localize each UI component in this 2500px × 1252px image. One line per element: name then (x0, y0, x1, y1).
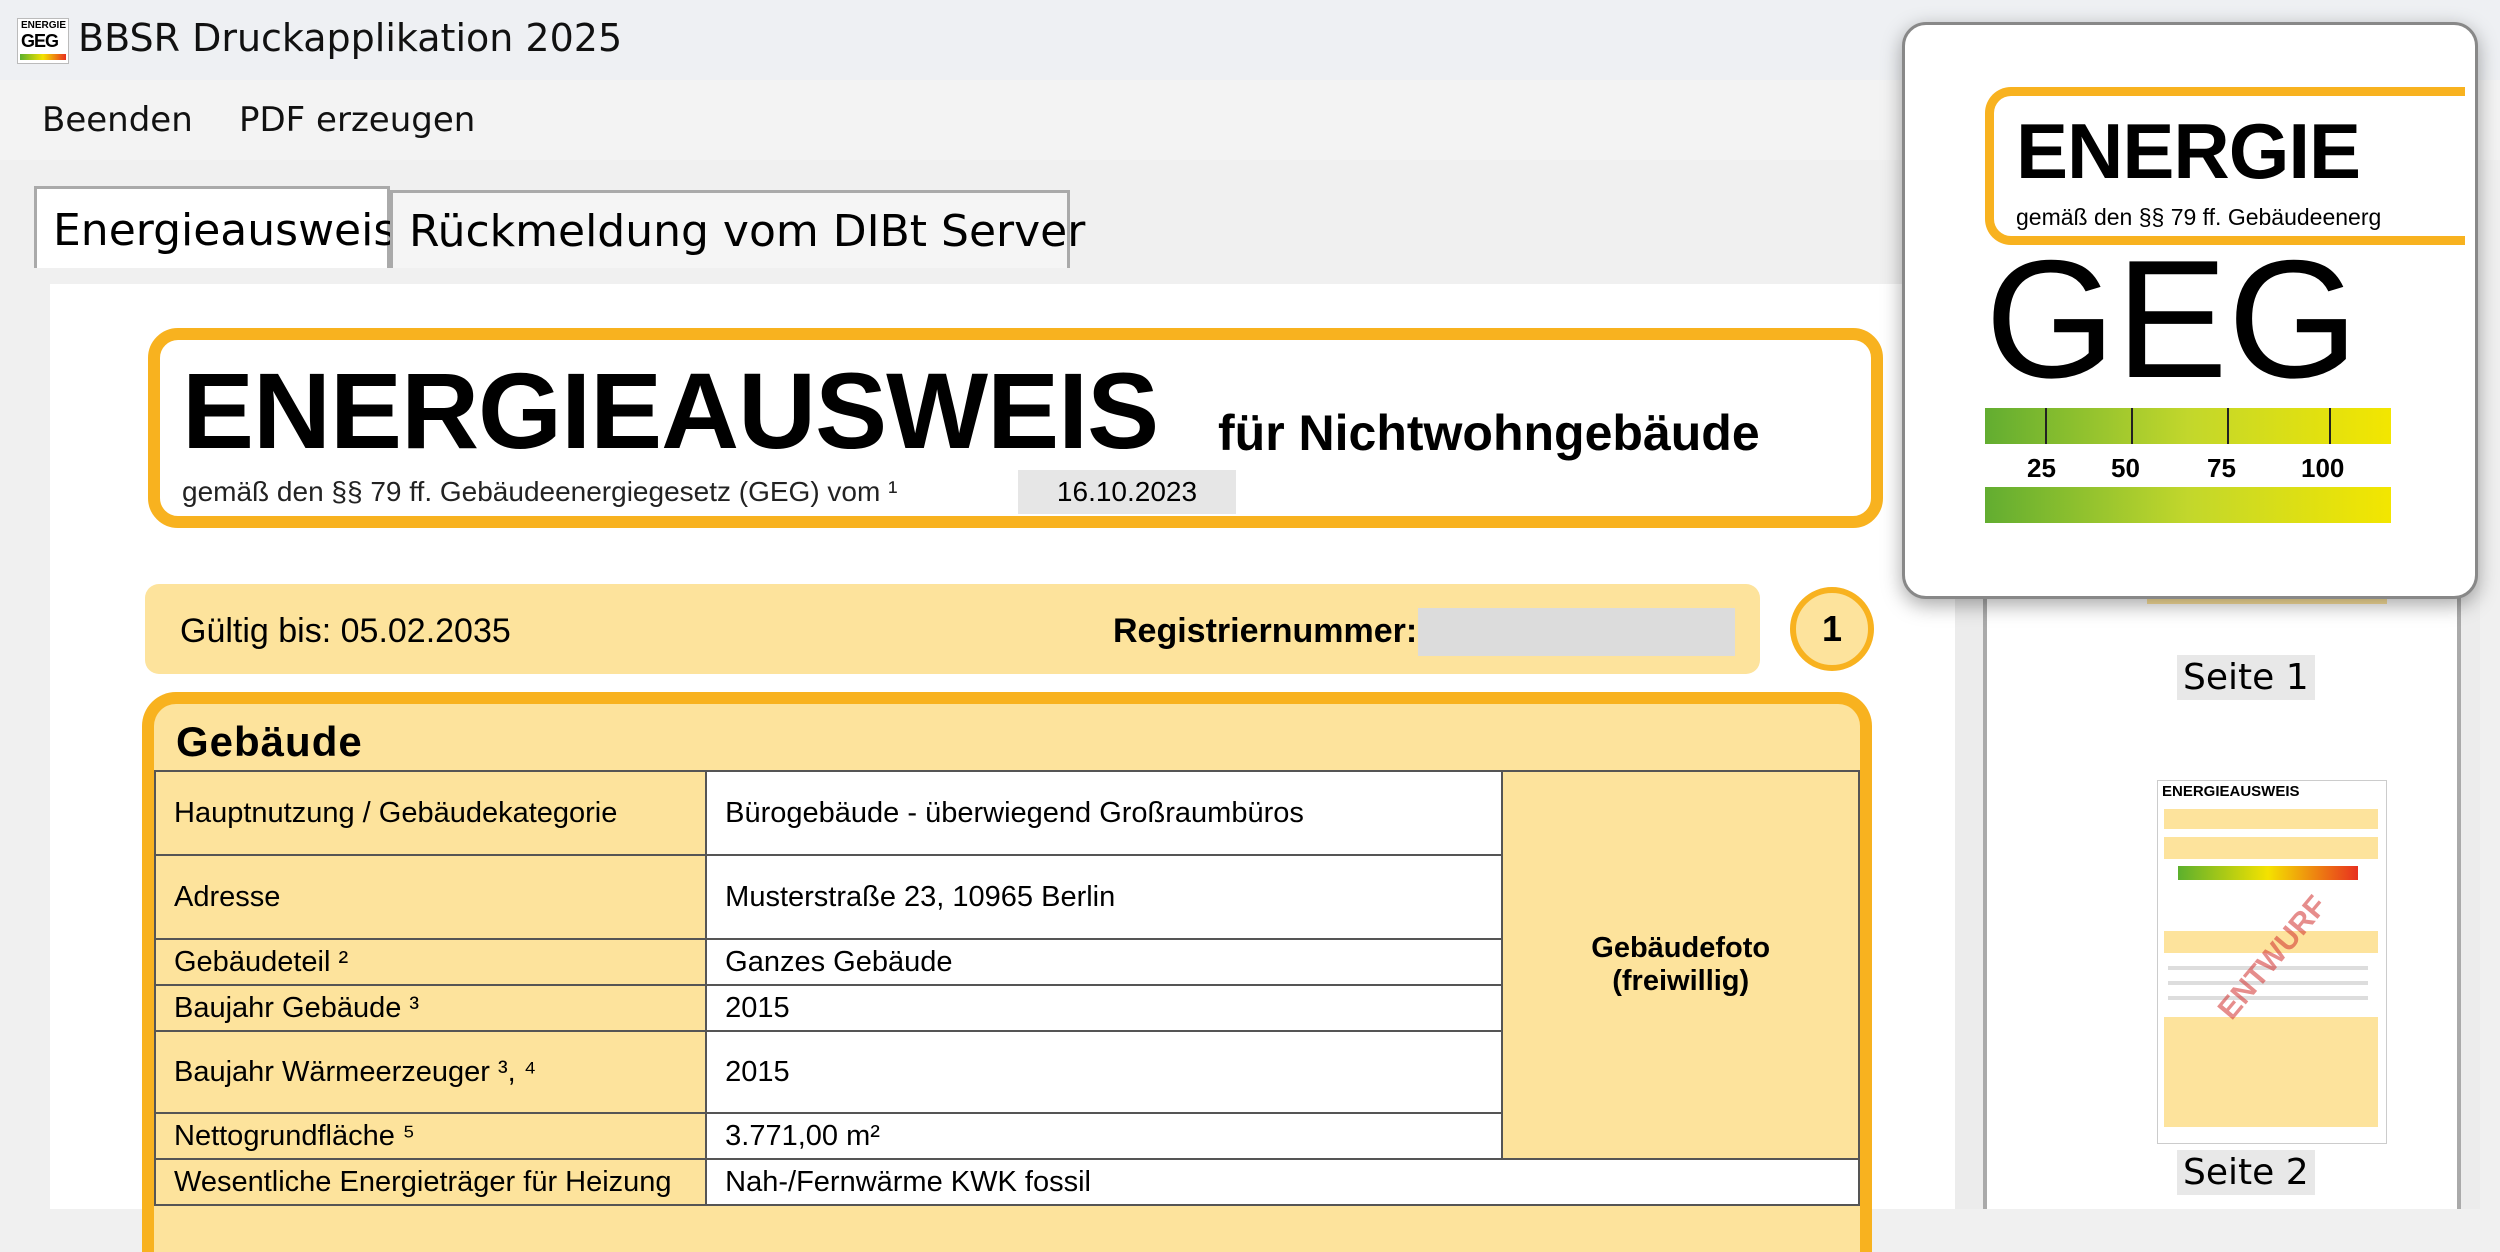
table-row: Hauptnutzung / Gebäudekategorie Bürogebä… (153, 770, 1860, 1160)
row-label: Gebäudeteil ² (153, 938, 708, 986)
building-section: Gebäude Hauptnutzung / Gebäudekategorie … (142, 692, 1872, 1252)
menu-item-beenden[interactable]: Beenden (42, 100, 193, 140)
row-label: Wesentliche Energieträger für Heizung (153, 1158, 708, 1206)
page2-line (2168, 996, 2368, 1000)
scale-label-25: 25 (2027, 453, 2056, 483)
scale-label-100: 100 (2301, 453, 2345, 483)
registration-label: Registriernummer: (1113, 612, 1418, 650)
photo-label-line1: Gebäudefoto (1591, 932, 1771, 964)
law-reference: gemäß den §§ 79 ff. Gebäudeenergiegesetz… (182, 476, 898, 507)
tab-energieausweis[interactable]: Energieausweis (34, 186, 396, 268)
scale-tick (2131, 408, 2133, 444)
page-number-badge: 1 (1790, 587, 1874, 671)
valid-until: Gültig bis: 05.02.2035 (180, 612, 511, 650)
row-value: Musterstraße 23, 10965 Berlin (705, 854, 1504, 940)
certificate-header: ENERGIEAUSWEIS für Nichtwohngebäude gemä… (148, 328, 1883, 528)
app-logo-icon: ENERGIE GEG (17, 18, 69, 64)
page2-band (2164, 1017, 2378, 1127)
page2-stamp: ENTWURF (2211, 889, 2334, 1026)
page2-label: Seite 2 (2177, 1150, 2315, 1195)
photo-label-line2: (freiwillig) (1612, 965, 1750, 997)
page2-thumbnail-header: ENERGIEAUSWEIS (2162, 783, 2300, 800)
scale-label-50: 50 (2111, 453, 2140, 483)
energy-logo-popup: ENERGIE gemäß den §§ 79 ff. Gebäudeenerg… (1902, 22, 2478, 599)
tab-rueckmeldung-dibt[interactable]: Rückmeldung vom DIBt Server (390, 190, 1085, 268)
page2-band (2164, 837, 2378, 859)
row-label: Baujahr Wärmeerzeuger ³, ⁴ (153, 1030, 708, 1114)
row-value: Ganzes Gebäude (705, 938, 1504, 986)
row-value: 2015 (705, 984, 1504, 1032)
window-title: BBSR Druckapplikation 2025 (78, 16, 623, 60)
logo-geg-text: GEG (1985, 225, 2359, 413)
row-label: Nettogrundfläche ⁵ (153, 1112, 708, 1160)
scale-tick (2045, 408, 2047, 444)
menu-item-pdf-erzeugen[interactable]: PDF erzeugen (239, 100, 475, 140)
building-section-title: Gebäude (176, 718, 363, 765)
scale-tick (2227, 408, 2229, 444)
row-label: Hauptnutzung / Gebäudekategorie (153, 770, 708, 856)
certificate-preview: ENERGIEAUSWEIS für Nichtwohngebäude gemä… (50, 284, 1960, 1252)
row-value: 2015 (705, 1030, 1504, 1114)
row-value: 3.771,00 m² (705, 1112, 1504, 1160)
certificate-title: ENERGIEAUSWEIS (182, 350, 1159, 471)
row-value: Nah-/Fernwärme KWK fossil (705, 1158, 1860, 1206)
certificate-subtitle: für Nichtwohngebäude (1218, 405, 1760, 461)
logo-scale-bar-lower (1985, 487, 2391, 523)
building-photo-placeholder: Gebäudefoto (freiwillig) (1501, 770, 1860, 1160)
row-label: Baujahr Gebäude ³ (153, 984, 708, 1032)
row-value: Bürogebäude - überwiegend Großraumbüros (705, 770, 1504, 856)
validity-strip: Gültig bis: 05.02.2035 Registriernummer: (145, 584, 1760, 674)
app-icon-text-top: ENERGIE (21, 20, 67, 31)
app-icon-scale (20, 54, 66, 60)
page2-scale (2178, 866, 2358, 880)
logo-energie-text: ENERGIE (2016, 107, 2361, 195)
row-label: Adresse (153, 854, 708, 940)
scale-tick (2329, 408, 2331, 444)
page2-thumbnail[interactable]: ENERGIEAUSWEIS ENTWURF (2157, 780, 2387, 1144)
scale-label-75: 75 (2207, 453, 2236, 483)
building-table: Hauptnutzung / Gebäudekategorie Bürogebä… (153, 770, 1860, 1206)
registration-number-field (1418, 608, 1735, 656)
table-row: Wesentliche Energieträger für Heizung Na… (153, 1158, 1860, 1206)
page2-band (2164, 809, 2378, 829)
page1-label: Seite 1 (2177, 655, 2315, 700)
law-date-field: 16.10.2023 (1018, 470, 1236, 514)
app-icon-text-main: GEG (21, 31, 59, 51)
logo-energie-box: ENERGIE gemäß den §§ 79 ff. Gebäudeenerg (1985, 87, 2465, 245)
